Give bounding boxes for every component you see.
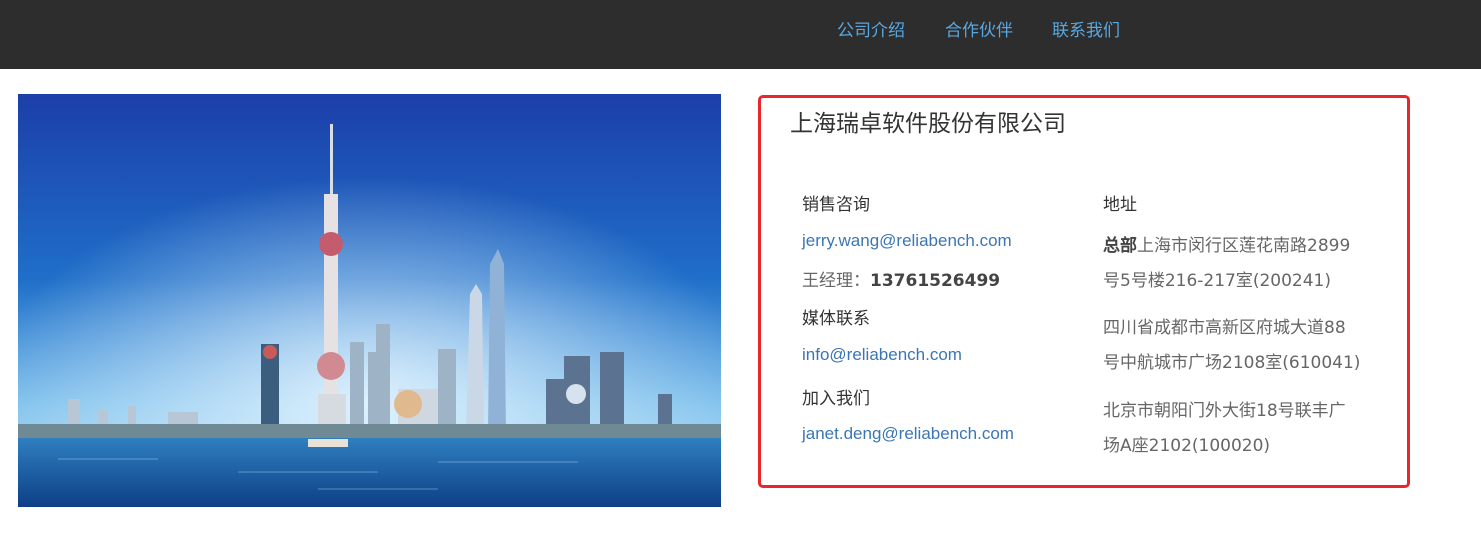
join-email-link[interactable]: janet.deng@reliabench.com	[802, 424, 1014, 444]
hq-tag: 总部	[1103, 236, 1137, 256]
sales-email-link[interactable]: jerry.wang@reliabench.com	[802, 231, 1012, 251]
top-navbar: 公司介绍 合作伙伴 联系我们	[0, 0, 1481, 69]
manager-contact: 王经理：13761526499	[802, 266, 1000, 291]
nav-company-intro[interactable]: 公司介绍	[837, 20, 905, 42]
beijing-address-line2: 场A座2102(100020)	[1103, 436, 1271, 456]
hq-address-line2: 号5号楼216-217室(200241)	[1103, 271, 1332, 291]
address-label: 地址	[1103, 195, 1137, 215]
beijing-address-line1: 北京市朝阳门外大街18号联丰广	[1103, 401, 1346, 421]
shanghai-skyline-image	[18, 94, 721, 507]
nav-contact-us[interactable]: 联系我们	[1052, 20, 1120, 42]
media-email-link[interactable]: info@reliabench.com	[802, 345, 962, 365]
media-label: 媒体联系	[802, 309, 870, 329]
nav-partners[interactable]: 合作伙伴	[945, 20, 1013, 42]
hq-line1-text: 上海市闵行区莲花南路2899	[1137, 236, 1351, 256]
manager-prefix: 王经理：	[802, 271, 870, 291]
join-label: 加入我们	[802, 389, 870, 409]
hq-address-line1: 总部上海市闵行区莲花南路2899	[1103, 231, 1350, 256]
chengdu-address-line1: 四川省成都市高新区府城大道88	[1103, 318, 1346, 338]
chengdu-address-line2: 号中航城市广场2108室(610041)	[1103, 353, 1361, 373]
company-name: 上海瑞卓软件股份有限公司	[790, 111, 1066, 137]
manager-phone: 13761526499	[870, 271, 1001, 291]
sales-label: 销售咨询	[802, 195, 870, 215]
